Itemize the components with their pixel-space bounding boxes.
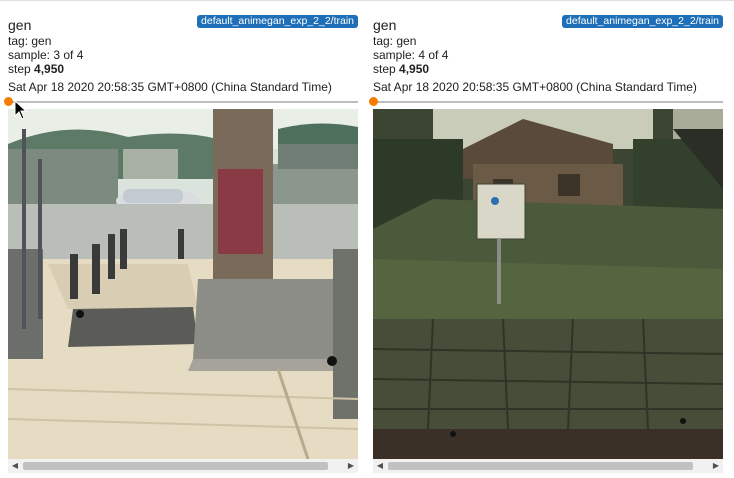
step-label-text: step xyxy=(373,62,396,76)
scrollbar-thumb[interactable] xyxy=(388,462,693,470)
scroll-right-icon[interactable]: ▶ xyxy=(709,459,723,473)
slider-thumb[interactable] xyxy=(4,97,13,106)
step-slider[interactable] xyxy=(369,95,723,109)
slider-track[interactable] xyxy=(371,101,723,103)
scroll-left-icon[interactable]: ◀ xyxy=(373,459,387,473)
card-title: gen xyxy=(373,17,397,33)
generated-house-stone-wall-image xyxy=(373,109,723,459)
tag-label: tag: gen xyxy=(8,34,52,48)
sample-image xyxy=(8,109,358,459)
card-title: gen xyxy=(8,17,32,33)
tag-label: tag: gen xyxy=(373,34,417,48)
timestamp: Sat Apr 18 2020 20:58:35 GMT+0800 (China… xyxy=(373,80,697,94)
step-label-text: step xyxy=(8,62,31,76)
generated-street-sidewalk-image xyxy=(8,109,358,459)
horizontal-scrollbar[interactable]: ◀ ▶ xyxy=(373,459,723,473)
image-card: default_animegan_exp_2_2/train gen tag: … xyxy=(4,0,358,478)
timestamp: Sat Apr 18 2020 20:58:35 GMT+0800 (China… xyxy=(8,80,332,94)
step-slider[interactable] xyxy=(4,95,358,109)
scrollbar-thumb[interactable] xyxy=(23,462,328,470)
step-label: step 4,950 xyxy=(373,62,429,76)
slider-thumb[interactable] xyxy=(369,97,378,106)
step-value: 4,950 xyxy=(34,62,65,76)
step-label: step 4,950 xyxy=(8,62,64,76)
mouse-cursor-icon xyxy=(14,100,28,120)
sample-label: sample: 3 of 4 xyxy=(8,48,84,62)
sample-label: sample: 4 of 4 xyxy=(373,48,449,62)
horizontal-scrollbar[interactable]: ◀ ▶ xyxy=(8,459,358,473)
step-value: 4,950 xyxy=(399,62,430,76)
scroll-left-icon[interactable]: ◀ xyxy=(8,459,22,473)
scroll-right-icon[interactable]: ▶ xyxy=(344,459,358,473)
sample-image xyxy=(373,109,723,459)
slider-track[interactable] xyxy=(6,101,358,103)
run-badge: default_animegan_exp_2_2/train xyxy=(562,15,723,28)
image-card: default_animegan_exp_2_2/train gen tag: … xyxy=(369,0,723,478)
run-badge: default_animegan_exp_2_2/train xyxy=(197,15,358,28)
